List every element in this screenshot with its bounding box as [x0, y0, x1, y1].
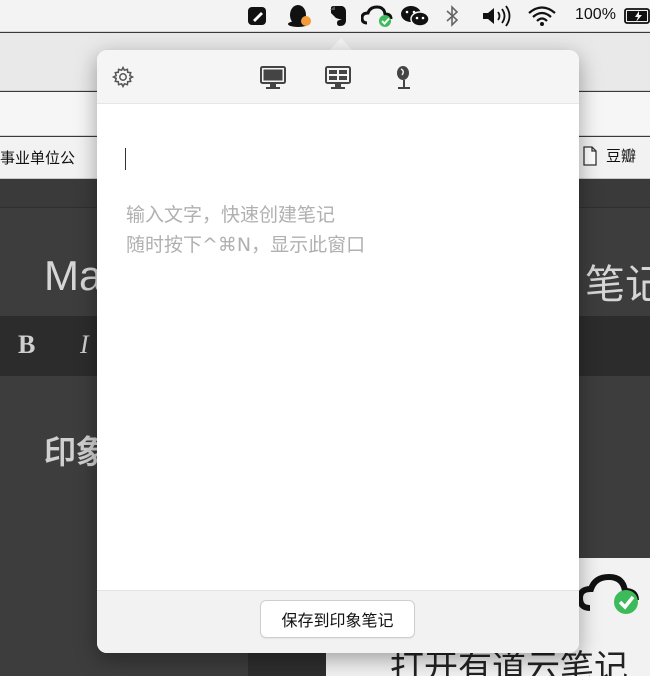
settings-icon[interactable] [106, 60, 140, 94]
text-cursor [125, 148, 126, 170]
note-text-area[interactable]: 输入文字，快速创建笔记 随时按下^⌘N，显示此窗口 [97, 104, 579, 590]
region-screenshot-icon[interactable] [321, 61, 355, 95]
youdao-cloud-icon-large [576, 572, 644, 620]
full-screenshot-icon[interactable] [256, 61, 290, 95]
wifi-icon[interactable] [526, 4, 558, 28]
save-to-evernote-button[interactable]: 保存到印象笔记 [260, 600, 415, 638]
volume-icon[interactable] [480, 4, 516, 28]
wechat-icon[interactable] [398, 4, 432, 28]
italic-button[interactable]: I [80, 330, 89, 360]
placeholder-line-1: 输入文字，快速创建笔记 [126, 204, 336, 226]
bookmark-label-douban: 豆瓣 [606, 147, 637, 165]
qq-icon[interactable] [284, 4, 314, 28]
evernote-icon[interactable] [325, 4, 351, 28]
document-icon [583, 145, 597, 166]
youdao-cloud-icon[interactable] [360, 4, 396, 28]
background-title-left: Ma [44, 252, 103, 299]
quick-note-popover: 输入文字，快速创建笔记 随时按下^⌘N，显示此窗口 保存到印象笔记 [97, 50, 579, 653]
battery-icon[interactable] [624, 4, 650, 28]
battery-percent: 100% [575, 6, 616, 23]
notes-app-icon[interactable] [244, 4, 270, 28]
menu-bar: 100% [0, 0, 650, 32]
audio-note-icon[interactable] [387, 61, 421, 95]
bookmark-item-left[interactable]: 事业单位公 [0, 147, 75, 168]
background-title-right: 笔记 [585, 262, 650, 308]
placeholder-line-2: 随时按下^⌘N，显示此窗口 [126, 234, 366, 256]
bluetooth-icon[interactable] [442, 4, 462, 28]
bookmark-item-douban[interactable]: 豆瓣 [582, 145, 636, 166]
bold-button[interactable]: B [18, 330, 35, 360]
popover-toolbar [97, 50, 579, 104]
